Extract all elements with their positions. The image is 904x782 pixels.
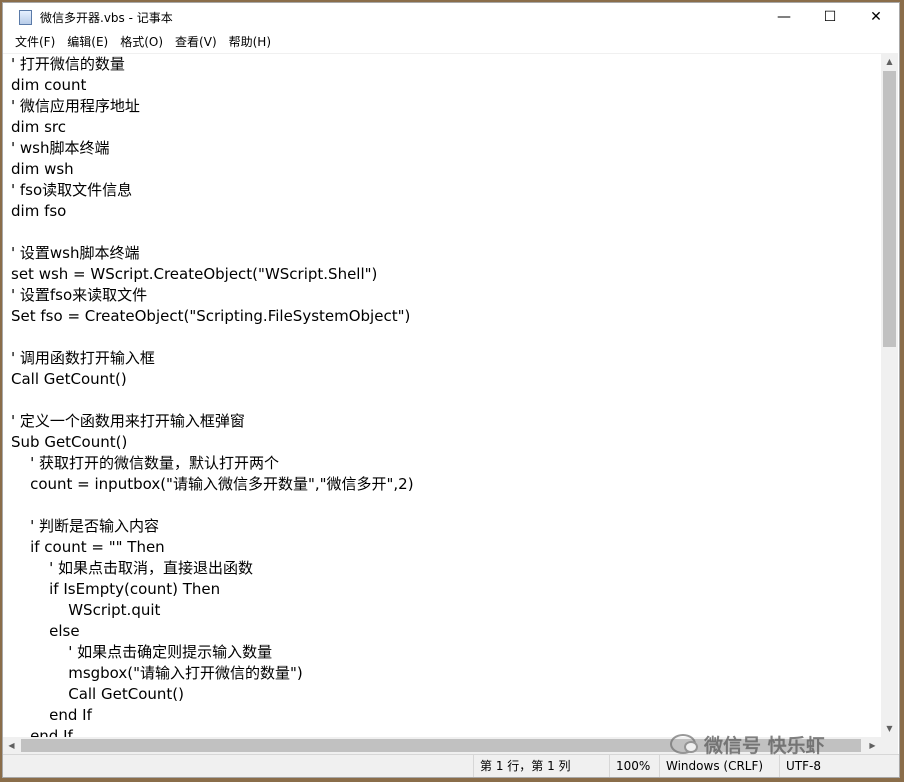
code-line: Call GetCount(): [11, 370, 127, 388]
code-line: ' 获取打开的微信数量，默认打开两个: [11, 454, 279, 472]
code-line: if IsEmpty(count) Then: [11, 580, 221, 598]
notepad-window: 微信多开器.vbs - 记事本 — ☐ ✕ 文件(F) 编辑(E) 格式(O) …: [2, 2, 900, 778]
window-title: 微信多开器.vbs - 记事本: [40, 10, 173, 25]
code-line: msgbox("请输入打开微信的数量"): [11, 664, 303, 682]
code-line: ' 设置wsh脚本终端: [11, 244, 140, 262]
minimize-button[interactable]: —: [761, 3, 807, 31]
code-line: dim count: [11, 76, 87, 94]
code-line: Call GetCount(): [11, 685, 184, 703]
code-line: ' 调用函数打开输入框: [11, 349, 155, 367]
code-line: ' 微信应用程序地址: [11, 97, 140, 115]
code-line: ' 如果点击确定则提示输入数量: [11, 643, 273, 661]
scrollbar-corner: [881, 737, 898, 754]
menu-format[interactable]: 格式(O): [114, 33, 169, 50]
code-line: WScript.quit: [11, 601, 161, 619]
code-line: ' 打开微信的数量: [11, 55, 125, 73]
menu-file[interactable]: 文件(F): [9, 33, 61, 50]
code-line: count = inputbox("请输入微信多开数量","微信多开",2): [11, 475, 414, 493]
code-line: if count = "" Then: [11, 538, 165, 556]
code-line: ' 如果点击取消，直接退出函数: [11, 559, 254, 577]
code-line: set wsh = WScript.CreateObject("WScript.…: [11, 265, 378, 283]
scroll-up-icon[interactable]: ▲: [881, 53, 898, 70]
menu-view[interactable]: 查看(V): [169, 33, 223, 50]
window-controls: — ☐ ✕: [761, 3, 899, 31]
code-line: dim wsh: [11, 160, 74, 178]
status-bar: 第 1 行，第 1 列 100% Windows (CRLF) UTF-8: [3, 754, 899, 777]
code-line: end If: [11, 706, 92, 724]
scroll-right-icon[interactable]: ▶: [864, 737, 881, 754]
scroll-left-icon[interactable]: ◀: [3, 737, 20, 754]
notepad-icon: [19, 9, 32, 25]
horizontal-scroll-thumb[interactable]: [21, 739, 861, 752]
status-line-ending: Windows (CRLF): [659, 755, 779, 777]
code-line: ' 判断是否输入内容: [11, 517, 159, 535]
code-line: ' wsh脚本终端: [11, 139, 110, 157]
status-encoding: UTF-8: [779, 755, 899, 777]
maximize-button[interactable]: ☐: [807, 3, 853, 31]
close-button[interactable]: ✕: [853, 3, 899, 31]
scroll-down-icon[interactable]: ▼: [881, 720, 898, 737]
code-line: ' 设置fso来读取文件: [11, 286, 148, 304]
vertical-scrollbar[interactable]: ▲ ▼: [881, 53, 898, 737]
code-line: ' fso读取文件信息: [11, 181, 133, 199]
status-cursor-position: 第 1 行，第 1 列: [473, 755, 615, 777]
code-line: Set fso = CreateObject("Scripting.FileSy…: [11, 307, 411, 325]
horizontal-scrollbar[interactable]: ◀ ▶: [3, 737, 881, 754]
code-line: dim src: [11, 118, 66, 136]
menu-edit[interactable]: 编辑(E): [61, 33, 114, 50]
status-zoom: 100%: [609, 755, 659, 777]
code-line: else: [11, 622, 80, 640]
vertical-scroll-thumb[interactable]: [883, 71, 896, 347]
code-line: ' 定义一个函数用来打开输入框弹窗: [11, 412, 245, 430]
text-editor[interactable]: ' 打开微信的数量 dim count ' 微信应用程序地址 dim src ' wsh…: [3, 53, 881, 738]
code-line: dim fso: [11, 202, 67, 220]
menu-help[interactable]: 帮助(H): [223, 33, 277, 50]
title-bar[interactable]: 微信多开器.vbs - 记事本 — ☐ ✕: [3, 3, 899, 31]
code-line: Sub GetCount(): [11, 433, 128, 451]
menu-bar: 文件(F) 编辑(E) 格式(O) 查看(V) 帮助(H): [3, 31, 899, 51]
